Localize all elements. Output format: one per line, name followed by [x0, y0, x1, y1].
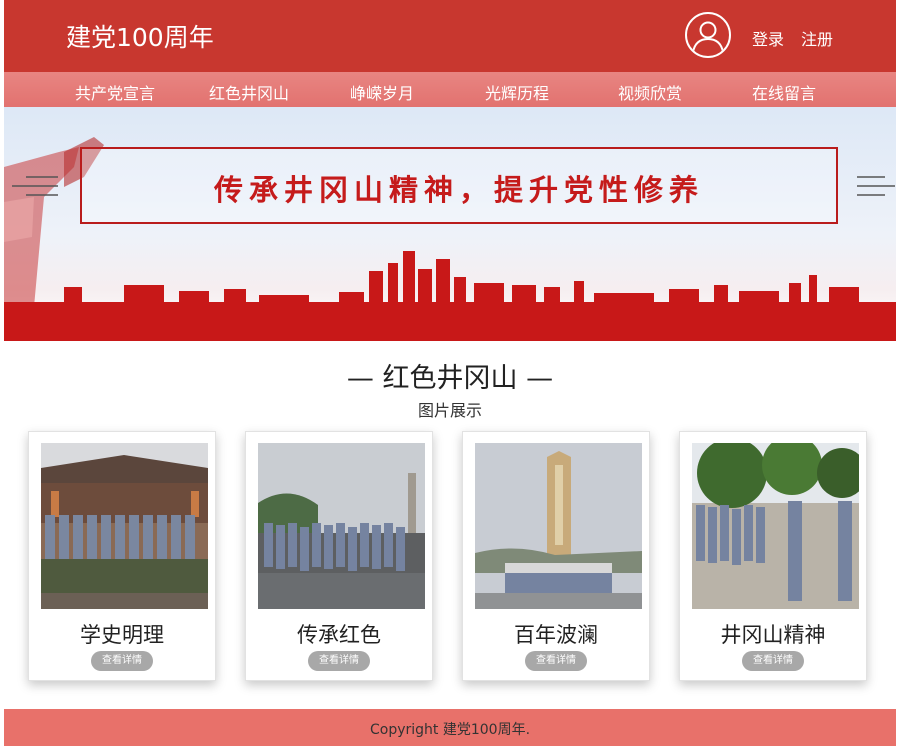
view-details-button[interactable]: 查看详情 — [742, 651, 804, 671]
nav-item-videos[interactable]: 视频欣赏 — [618, 80, 682, 104]
nav-item-manifesto[interactable]: 共产党宣言 — [75, 80, 155, 104]
main-nav: 共产党宣言 红色井冈山 峥嵘岁月 光辉历程 视频欣赏 在线留言 — [4, 72, 896, 107]
banner-slogan-frame: 传承井冈山精神，提升党性修养 — [80, 147, 838, 224]
register-link[interactable]: 注册 — [801, 26, 833, 50]
view-details-button[interactable]: 查看详情 — [525, 651, 587, 671]
user-avatar-icon[interactable] — [685, 12, 731, 58]
banner-slogan: 传承井冈山精神，提升党性修养 — [213, 173, 704, 207]
card-title: 百年波澜 — [514, 623, 598, 647]
nav-item-jinggangshan[interactable]: 红色井冈山 — [209, 80, 289, 104]
photo-card: 百年波澜 查看详情 — [462, 431, 650, 681]
monument-photo — [475, 443, 642, 609]
city-skyline — [4, 251, 896, 341]
banner: 传承井冈山精神，提升党性修养 — [4, 107, 896, 341]
card-title: 学史明理 — [80, 623, 164, 647]
group-photo-courtyard — [41, 443, 208, 609]
view-details-button[interactable]: 查看详情 — [91, 651, 153, 671]
header: 建党100周年 登录 注册 — [4, 0, 896, 72]
card-title: 井冈山精神 — [720, 623, 826, 647]
group-photo-rain — [258, 443, 425, 609]
section-title: — 红色井冈山 — — [346, 363, 554, 394]
nav-item-messages[interactable]: 在线留言 — [752, 80, 816, 104]
site-title: 建党100周年 — [66, 23, 214, 52]
nav-item-history[interactable]: 光辉历程 — [485, 80, 549, 104]
photo-card: 学史明理 查看详情 — [28, 431, 216, 681]
card-title: 传承红色 — [297, 623, 381, 647]
photo-card: 传承红色 查看详情 — [245, 431, 433, 681]
nav-item-years[interactable]: 峥嵘岁月 — [350, 80, 414, 104]
photo-card: 井冈山精神 查看详情 — [679, 431, 867, 681]
footer: Copyright 建党100周年. — [4, 709, 896, 746]
view-details-button[interactable]: 查看详情 — [308, 651, 370, 671]
section-subtitle: 图片展示 — [417, 401, 482, 420]
login-link[interactable]: 登录 — [752, 26, 784, 50]
menu-lines-icon[interactable] — [855, 173, 895, 199]
menu-lines-icon[interactable] — [10, 173, 60, 199]
group-photo-trees — [692, 443, 859, 609]
copyright-text: Copyright 建党100周年. — [369, 722, 531, 738]
